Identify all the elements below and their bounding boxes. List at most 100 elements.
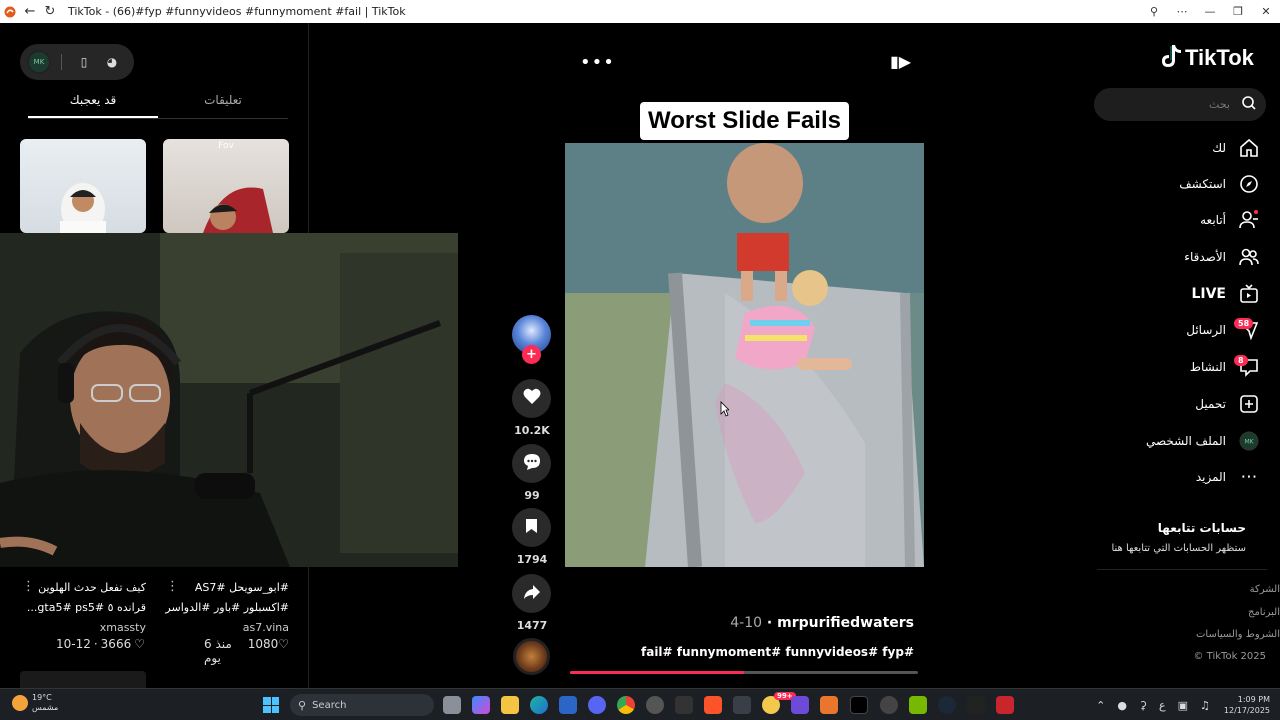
system-tray: ⌃ ● ⚳ ع ▣ ♫ 1:09 PM 12/17/2025 (1090, 692, 1270, 718)
webcam-overlay (0, 233, 458, 567)
video-likes: 3666 (100, 637, 132, 651)
footer-copyright: © TikTok 2025 (1193, 651, 1267, 662)
menu-dots-icon[interactable]: ⋯ (1168, 0, 1196, 23)
back-arrow-icon[interactable]: ← (20, 0, 40, 23)
video-author-name[interactable]: mrpurifiedwaters (777, 615, 914, 631)
footer-program-link[interactable]: البرنامج (1248, 607, 1280, 618)
logo-text: TikTok (1185, 45, 1254, 70)
task-view-icon[interactable] (443, 696, 461, 714)
phone-icon[interactable]: ▯ (72, 50, 96, 74)
video-author[interactable]: xmassty (20, 621, 146, 634)
copilot-icon[interactable] (472, 696, 490, 714)
like-button[interactable] (512, 379, 551, 418)
app-icon[interactable] (791, 696, 809, 714)
reload-icon[interactable]: ↻ (40, 0, 60, 23)
video-thumbnail[interactable] (20, 671, 146, 688)
video-author-line: 4-10 · mrpurifiedwaters (720, 615, 914, 631)
taskbar-search[interactable]: ⚲ Search (290, 694, 434, 716)
clock[interactable]: 1:09 PM 12/17/2025 (1224, 694, 1270, 716)
sound-icon[interactable]: ▮▶ (890, 52, 911, 71)
footer-company-link[interactable]: الشركة (1250, 584, 1280, 595)
video-player[interactable] (565, 143, 924, 567)
app-icon[interactable] (646, 696, 664, 714)
footer-terms-link[interactable]: الشروط والسياسات (1196, 629, 1280, 640)
nav-live[interactable]: LIVE (1191, 282, 1260, 306)
svg-text:MK: MK (1244, 439, 1254, 446)
microphone-icon[interactable]: ⚳ (1139, 699, 1147, 712)
antivirus-icon[interactable] (996, 696, 1014, 714)
messages-badge: 58 (1234, 318, 1254, 329)
music-disc-icon[interactable] (513, 638, 550, 675)
file-explorer-icon[interactable] (501, 696, 519, 714)
video-likes: 1080 (247, 637, 279, 651)
nvidia-icon[interactable] (909, 696, 927, 714)
nav-activity[interactable]: النشاط (1190, 355, 1260, 379)
compass-small-icon[interactable]: ◕ (100, 50, 124, 74)
video-author[interactable]: as7.vina (163, 621, 289, 634)
panel-controls: MK ▯ ◕ (20, 44, 134, 80)
store-icon[interactable] (559, 696, 577, 714)
app-icon[interactable] (967, 696, 985, 714)
panel-tabs: قد يعجبك تعليقات (28, 93, 288, 119)
app-icon[interactable] (733, 696, 751, 714)
search-icon[interactable] (1242, 95, 1256, 114)
search-input[interactable]: بحث (1094, 88, 1266, 121)
save-button[interactable] (512, 508, 551, 547)
edge-icon[interactable] (530, 696, 548, 714)
chrome-icon[interactable] (617, 696, 635, 714)
tiktok-app-icon[interactable] (850, 696, 868, 714)
brave-icon[interactable] (704, 696, 722, 714)
video-date: 4-10 (730, 615, 763, 631)
vlc-icon[interactable] (820, 696, 838, 714)
app-icon[interactable] (880, 696, 898, 714)
video-progress-fill (570, 671, 744, 674)
more-options-icon[interactable]: ••• (580, 52, 615, 73)
close-button[interactable]: ✕ (1252, 0, 1280, 23)
chevron-up-icon[interactable]: ⌃ (1096, 699, 1105, 712)
network-icon[interactable]: ▣ (1178, 699, 1188, 712)
app-tray-icon[interactable]: ● (1117, 699, 1127, 712)
search-placeholder: بحث (1209, 98, 1230, 111)
dot-separator: · (93, 637, 98, 651)
nav-for-you[interactable]: لك (1212, 136, 1260, 160)
video-thumbnail[interactable]: Fov (163, 139, 289, 233)
user-avatar[interactable]: MK (27, 50, 51, 74)
friends-icon (1238, 246, 1260, 268)
nav-label: لك (1212, 141, 1226, 155)
zoom-icon[interactable]: ⚲ (1140, 0, 1168, 23)
share-button[interactable] (512, 574, 551, 613)
divider (61, 54, 62, 70)
steam-icon[interactable] (938, 696, 956, 714)
nav-upload[interactable]: تحميل (1195, 392, 1260, 416)
nav-friends[interactable]: الأصدقاء (1184, 245, 1260, 269)
caption-line: كيف تفعل حدث الهلوين (38, 581, 146, 594)
video-stats: منذ 6 يوم 1080 ♡ (204, 637, 289, 665)
weather-widget[interactable]: 19°C مشمس (12, 693, 58, 713)
nav-label: النشاط (1189, 360, 1226, 374)
minimize-button[interactable]: — (1196, 0, 1224, 23)
follow-plus-button[interactable]: + (522, 345, 541, 364)
start-button[interactable] (263, 697, 279, 713)
heart-outline-icon: ♡ (278, 637, 289, 651)
video-hashtags[interactable]: fail# funnymoment# funnyvideos# fyp# (640, 645, 914, 659)
restore-button[interactable]: ❐ (1224, 0, 1252, 23)
tab-you-may-like[interactable]: قد يعجبك (28, 93, 158, 118)
video-caption: #ابو_سويحل #AS7 #اكسبلور #باور #الدواسر (163, 578, 289, 618)
nav-profile[interactable]: الملف الشخصي MK (1146, 429, 1260, 453)
nav-following[interactable]: أتابعه (1200, 208, 1260, 232)
weather-temp: 19°C (32, 693, 52, 702)
volume-icon[interactable]: ♫ (1200, 699, 1210, 712)
tab-comments[interactable]: تعليقات (158, 93, 288, 118)
tiktok-logo[interactable]: TikTok (1160, 44, 1254, 72)
nav-more[interactable]: المزيد ⋯ (1196, 465, 1260, 489)
nav-label: LIVE (1191, 286, 1226, 302)
input-language[interactable]: ع (1159, 699, 1166, 712)
search-icon: ⚲ (298, 698, 307, 712)
video-thumbnail[interactable] (20, 139, 146, 233)
nav-explore[interactable]: استكشف (1179, 172, 1260, 196)
video-progress-bar[interactable] (570, 671, 918, 674)
app-icon[interactable] (675, 696, 693, 714)
comment-button[interactable] (512, 444, 551, 483)
upload-icon (1238, 393, 1260, 415)
discord-icon[interactable] (588, 696, 606, 714)
